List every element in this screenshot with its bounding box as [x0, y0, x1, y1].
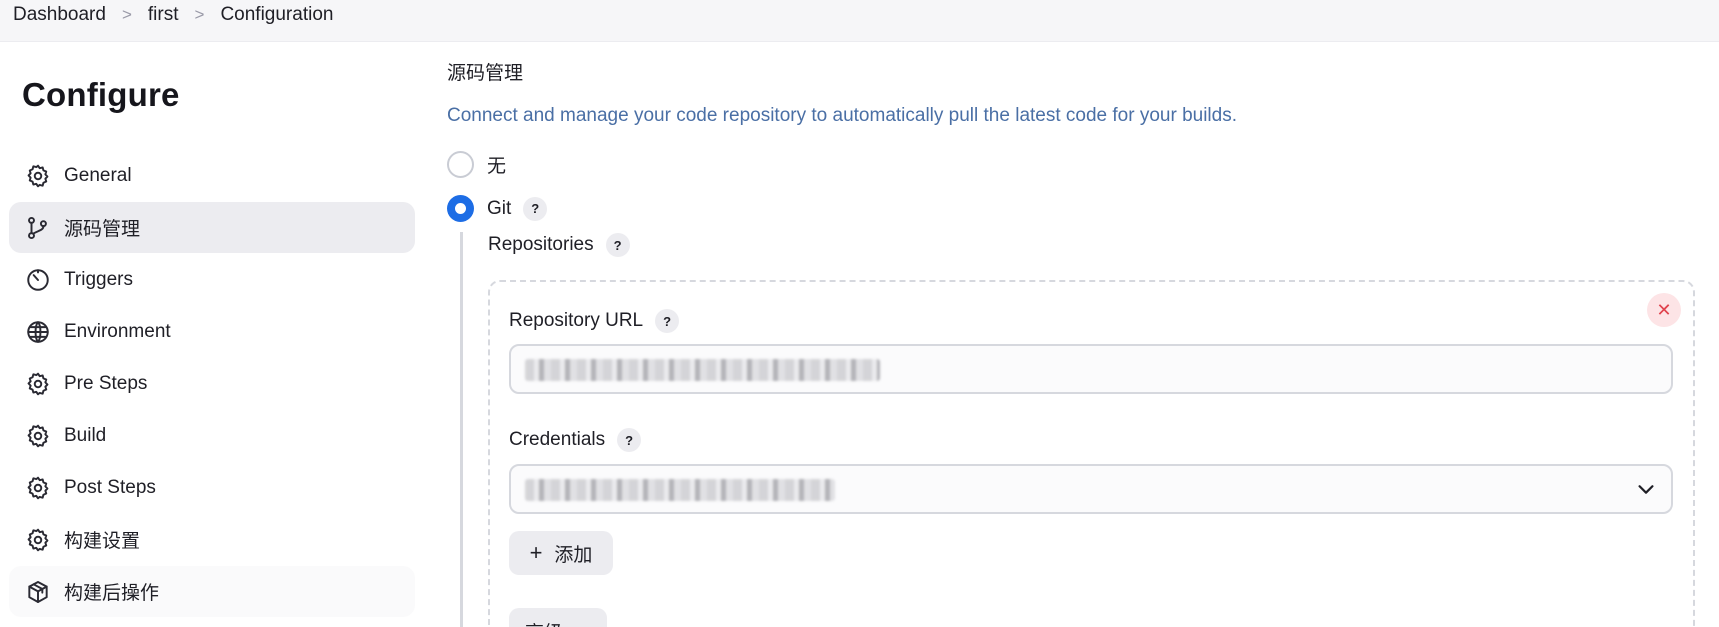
radio-git-label: Git: [487, 197, 512, 219]
gear-icon: [24, 474, 51, 501]
sidebar-title: Configure: [22, 76, 180, 113]
gear-icon: [24, 422, 51, 449]
sidebar-item-pre-steps[interactable]: Pre Steps: [9, 358, 415, 409]
sidebar-item-scm[interactable]: 源码管理: [9, 202, 415, 253]
repositories-label: Repositories: [488, 234, 594, 255]
gear-icon: [24, 526, 51, 553]
radio-none[interactable]: [447, 151, 474, 178]
sidebar-item-label: 构建后操作: [64, 583, 160, 604]
git-help-icon[interactable]: ?: [523, 196, 548, 221]
add-button-label: 添加: [554, 544, 593, 566]
scm-option-none[interactable]: 无: [447, 151, 506, 178]
repositories-help-icon[interactable]: ?: [605, 233, 630, 257]
advanced-button[interactable]: 高级: [509, 608, 607, 627]
repository-url-label: Repository URL: [509, 310, 644, 331]
repository-url-input[interactable]: [509, 344, 1673, 394]
sidebar-item-label: Post Steps: [64, 476, 156, 498]
credentials-label: Credentials: [509, 429, 606, 450]
radio-none-label: 无: [487, 156, 507, 177]
sidebar-item-label: Pre Steps: [64, 372, 148, 394]
top-bar: Dashboard > first > Configuration: [0, 0, 1719, 42]
breadcrumb-dashboard[interactable]: Dashboard: [13, 4, 106, 26]
sidebar-item-post-build-actions[interactable]: 构建后操作: [9, 566, 415, 617]
globe-icon: [24, 318, 51, 345]
breadcrumb: Dashboard > first > Configuration: [13, 4, 333, 26]
timer-icon: [24, 266, 51, 293]
sidebar-item-label: General: [64, 164, 132, 186]
sidebar-item-label: 构建设置: [64, 531, 141, 552]
sidebar-item-label: Environment: [64, 320, 171, 342]
sidebar-item-label: Build: [64, 424, 107, 446]
sidebar-item-post-steps[interactable]: Post Steps: [9, 462, 415, 513]
breadcrumb-separator: >: [194, 5, 205, 24]
add-credentials-button[interactable]: + 添加: [509, 531, 613, 575]
sidebar-item-build-settings[interactable]: 构建设置: [9, 514, 415, 565]
chevron-down-icon: [1635, 478, 1657, 500]
redacted-credentials-value: [525, 479, 835, 501]
plus-icon: +: [529, 540, 543, 565]
advanced-button-label: 高级: [525, 623, 563, 627]
sidebar-item-label: Triggers: [64, 268, 133, 290]
redacted-url-value: [525, 359, 880, 381]
repository-url-help-icon[interactable]: ?: [655, 309, 680, 333]
credentials-help-icon[interactable]: ?: [617, 428, 642, 452]
package-icon: [24, 578, 51, 605]
breadcrumb-first[interactable]: first: [148, 4, 179, 26]
sidebar-item-build[interactable]: Build: [9, 410, 415, 461]
sidebar-item-triggers[interactable]: Triggers: [9, 254, 415, 305]
breadcrumb-configuration[interactable]: Configuration: [220, 4, 333, 26]
section-title: 源码管理: [447, 63, 524, 84]
sidebar-nav: General 源码管理 Triggers Environment Pre St…: [9, 150, 415, 618]
sidebar-item-general[interactable]: General: [9, 150, 415, 201]
radio-git[interactable]: [447, 195, 474, 222]
nested-section-line: [460, 232, 463, 627]
branch-icon: [24, 214, 51, 241]
scm-option-git[interactable]: Git ?: [447, 195, 548, 222]
sidebar-item-label: 源码管理: [64, 219, 141, 240]
credentials-label-row: Credentials ?: [509, 428, 642, 452]
gear-icon: [24, 370, 51, 397]
sidebar-item-environment[interactable]: Environment: [9, 306, 415, 357]
repositories-label-row: Repositories ?: [488, 233, 630, 257]
repository-url-label-row: Repository URL ?: [509, 309, 680, 333]
remove-repository-button[interactable]: ✕: [1647, 293, 1681, 327]
breadcrumb-separator: >: [121, 5, 132, 24]
gear-icon: [24, 162, 51, 189]
section-description: Connect and manage your code repository …: [447, 105, 1238, 126]
close-icon: ✕: [1656, 299, 1672, 320]
credentials-select[interactable]: [509, 464, 1673, 514]
